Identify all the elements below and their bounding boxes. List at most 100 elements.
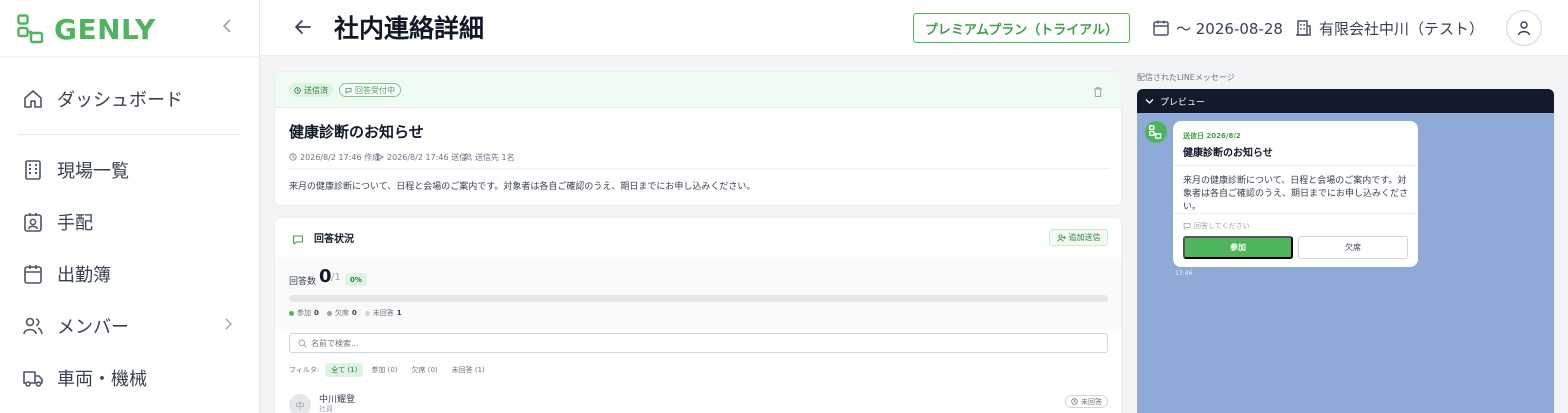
- recipients-count: 送信先 1名: [463, 151, 515, 163]
- bubble-title: 健康診断のお知らせ: [1183, 148, 1273, 159]
- chevron-right-icon[interactable]: [224, 318, 232, 334]
- chat-icon: [345, 87, 352, 94]
- bubble-question: 回答してください: [1183, 221, 1250, 231]
- status-badge-open: 回答受付中: [339, 83, 401, 97]
- home-icon: [22, 88, 44, 110]
- page-title: 社内連絡詳細: [334, 14, 485, 43]
- clock-icon: [294, 86, 301, 94]
- created-at: 2026/8/2 17:46 作成: [289, 151, 380, 163]
- sidebar-item-attendance[interactable]: 出勤簿: [22, 258, 111, 290]
- none-dot: [364, 310, 370, 316]
- sidebar-item-arrangement[interactable]: 手配: [22, 206, 93, 238]
- app-root: GENLY ダッシュボード 現場一覧 手配 出勤簿 メンバー 車両・機械 社内連…: [0, 0, 1568, 413]
- sidebar-item-label: 手配: [57, 213, 93, 234]
- join-dot: [289, 310, 294, 316]
- filter-label: フィルタ:: [289, 366, 320, 374]
- filter-all[interactable]: 全て (1): [325, 363, 364, 377]
- building-icon: [22, 159, 44, 181]
- sidebar-item-label: 出勤簿: [57, 265, 111, 286]
- logo-icon: [17, 14, 44, 44]
- member-avatar: 中: [289, 394, 311, 413]
- sidebar-divider-top: [0, 56, 260, 57]
- responses-title: 回答状況: [314, 234, 354, 245]
- user-plus-icon: [1056, 233, 1066, 242]
- calendar-icon: [22, 263, 44, 285]
- bubble-body: 来月の健康診断について、日程と会場のご案内です。対象者は各自ご確認のうえ、期日ま…: [1183, 176, 1409, 212]
- sidebar-item-members[interactable]: メンバー: [22, 310, 129, 342]
- preview-section-label: 配信されたLINEメッセージ: [1137, 73, 1235, 82]
- message-body: 来月の健康診断について、日程と会場のご案内です。対象者は各自ご確認のうえ、期日ま…: [289, 182, 756, 192]
- join-button[interactable]: 参加: [1183, 236, 1293, 259]
- sidebar-item-label: 現場一覧: [57, 161, 129, 182]
- bubble-time: 17:46: [1175, 270, 1193, 277]
- trash-icon[interactable]: [1092, 83, 1106, 97]
- company-name: 有限会社中川（テスト）: [1319, 19, 1485, 38]
- chat-icon: [292, 231, 306, 245]
- back-button[interactable]: [292, 16, 314, 38]
- line-preview: プレビュー 送信日 2026/8/2 健康診断のお知らせ 来月の健康診断について…: [1137, 89, 1554, 413]
- absent-button[interactable]: 欠席: [1298, 236, 1408, 259]
- sidebar: GENLY ダッシュボード 現場一覧 手配 出勤簿 メンバー 車両・機械: [0, 0, 260, 413]
- calendar-icon: [1153, 20, 1169, 36]
- sent-at: 2026/8/2 17:46 送信: [376, 151, 467, 163]
- filter-none[interactable]: 未回答 (1): [446, 363, 491, 377]
- truck-icon: [22, 367, 44, 389]
- response-percent-badge: 0%: [345, 273, 367, 286]
- clock-icon: [1071, 398, 1078, 405]
- user-icon: [1517, 21, 1531, 36]
- building-icon: [1296, 20, 1311, 36]
- users-icon: [22, 315, 44, 337]
- divider: [1173, 165, 1418, 166]
- logo[interactable]: GENLY: [17, 12, 156, 46]
- logo-text: GENLY: [54, 12, 156, 46]
- message-bubble: 送信日 2026/8/2 健康診断のお知らせ 来月の健康診断について、日程と会場…: [1173, 121, 1418, 267]
- plan-badge[interactable]: プレミアムプラン（トライアル）: [913, 13, 1130, 43]
- sidebar-item-label: ダッシュボード: [57, 90, 183, 111]
- message-card-header: 送信済 回答受付中: [275, 72, 1121, 108]
- absent-dot: [326, 310, 332, 316]
- filter-bar: フィルタ: 全て (1) 参加 (0) 欠席 (0) 未回答 (1): [289, 363, 491, 377]
- response-progress-bar: [289, 295, 1108, 302]
- badge-icon: [22, 211, 44, 233]
- users-icon: [463, 153, 472, 161]
- user-avatar-button[interactable]: [1506, 10, 1542, 46]
- sidebar-item-label: 車両・機械: [57, 369, 147, 390]
- add-send-button[interactable]: 追加送信: [1049, 229, 1108, 246]
- company-selector[interactable]: 有限会社中川（テスト）: [1295, 17, 1484, 39]
- sidebar-item-dashboard[interactable]: ダッシュボード: [22, 83, 183, 115]
- response-total: /1: [331, 272, 341, 283]
- clock-icon: [289, 153, 297, 161]
- message-card: 送信済 回答受付中 健康診断のお知らせ 2026/8/2 17:46 作成 20…: [274, 71, 1122, 206]
- sidebar-item-vehicles[interactable]: 車両・機械: [22, 362, 147, 394]
- response-count: 0: [319, 266, 332, 287]
- subscription-period: 〜 2026-08-28: [1152, 17, 1283, 39]
- filter-absent[interactable]: 欠席 (0): [406, 363, 444, 377]
- sidebar-item-label: メンバー: [57, 317, 129, 338]
- member-role: 社員: [319, 405, 333, 413]
- name-search-box[interactable]: [289, 333, 1108, 353]
- bubble-date: 送信日 2026/8/2: [1183, 132, 1241, 140]
- chevron-down-icon: [1145, 98, 1154, 104]
- response-legend: 参加 0 欠席 0 未回答 1: [289, 308, 410, 318]
- preview-bar-label: プレビュー: [1160, 97, 1206, 108]
- chevron-left-icon: [222, 19, 231, 33]
- filter-join[interactable]: 参加 (0): [365, 363, 403, 377]
- message-title: 健康診断のお知らせ: [289, 123, 424, 141]
- send-icon: [376, 153, 384, 161]
- divider: [1173, 213, 1418, 214]
- sidebar-item-sites[interactable]: 現場一覧: [22, 154, 129, 186]
- logo-icon: [1149, 125, 1162, 139]
- collapse-sidebar-button[interactable]: [218, 18, 236, 38]
- arrow-left-icon: [295, 20, 311, 34]
- preview-toggle[interactable]: プレビュー: [1137, 89, 1554, 113]
- name-search-input[interactable]: [311, 338, 1011, 348]
- period-text: 〜 2026-08-28: [1176, 19, 1283, 38]
- divider: [289, 168, 1109, 169]
- response-count-label: 回答数: [289, 277, 317, 287]
- response-summary: 回答数 0 /1 0% 参加 0 欠席 0 未回答 1: [275, 257, 1121, 329]
- sidebar-divider: [18, 134, 240, 135]
- chat-icon: [1183, 223, 1191, 230]
- bot-avatar: [1145, 121, 1167, 143]
- search-icon: [298, 339, 307, 348]
- status-badge-sent: 送信済: [289, 83, 333, 97]
